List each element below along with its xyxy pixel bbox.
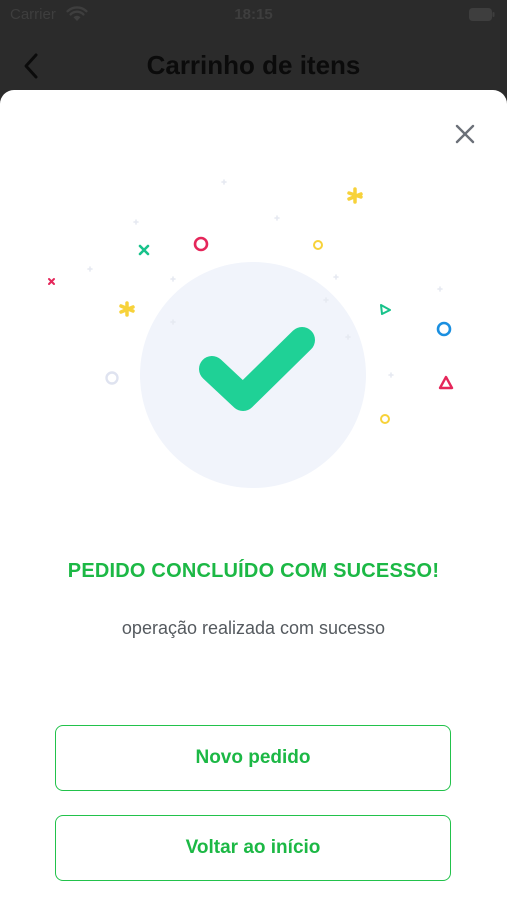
success-subtitle: operação realizada com sucesso: [121, 618, 386, 638]
back-home-button[interactable]: Voltar ao início: [55, 815, 451, 881]
status-time: 18:15: [234, 6, 273, 23]
close-icon[interactable]: [453, 122, 477, 146]
success-title: PEDIDO CONCLUÍDO COM SUCESSO!: [67, 560, 440, 582]
status-bar: Carrier 18:15: [0, 0, 507, 30]
new-order-button[interactable]: Novo pedido: [55, 725, 451, 791]
success-modal: PEDIDO CONCLUÍDO COM SUCESSO! operação r…: [0, 90, 507, 900]
battery-icon: [469, 8, 495, 21]
page-title: Carrinho de itens: [146, 50, 361, 80]
success-illustration: [48, 179, 454, 488]
navigation-bar: Carrinho de itens: [0, 40, 507, 90]
